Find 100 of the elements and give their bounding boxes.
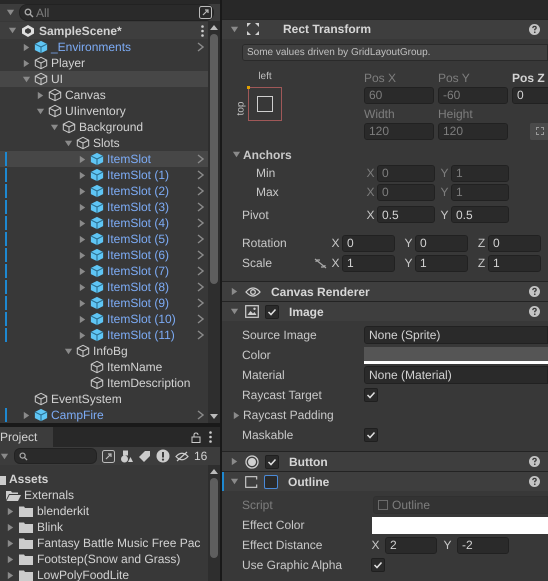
value-field[interactable]: 1 [488,254,541,272]
hierarchy-item[interactable]: Canvas [0,87,208,103]
value-field[interactable]: 0 [415,234,468,252]
value-field[interactable]: 1 [415,254,468,272]
value-field[interactable]: 0 [488,234,541,252]
hierarchy-item[interactable]: EventSystem [0,391,208,407]
expand-arrow-icon[interactable] [22,58,31,68]
hierarchy-item[interactable]: ItemSlot (4) [0,215,208,231]
folder-name[interactable]: Fantasy Battle Music Free Pac [37,534,200,552]
scrollbar[interactable] [208,21,220,423]
expand-arrow-icon[interactable] [64,138,73,148]
tag-icon[interactable] [138,450,151,462]
expand-arrow-icon[interactable] [78,170,87,180]
search-field[interactable] [14,448,97,464]
expand-arrow-icon[interactable] [64,346,73,356]
hierarchy-item[interactable]: InfoBg [0,343,208,359]
foldout-arrow-icon[interactable] [232,410,241,420]
checkbox[interactable] [364,388,378,402]
checkbox[interactable] [371,558,385,572]
expand-arrow-icon[interactable] [78,298,87,308]
object-field[interactable]: None (Sprite) [364,326,548,344]
value-field[interactable]: 0.5 [451,206,509,224]
scrollbar[interactable] [208,465,220,581]
expand-arrow-icon[interactable] [78,266,87,276]
hierarchy-item[interactable]: ItemSlot (8) [0,279,208,295]
lock-icon[interactable] [191,432,201,442]
component-header[interactable]: Outline [222,471,548,492]
hierarchy-item[interactable]: Slots [0,135,208,151]
hierarchy-item[interactable]: ItemDescription [0,375,208,391]
expand-arrow-icon[interactable] [22,410,31,420]
expand-arrow-icon[interactable] [22,74,31,84]
chevron-right-icon[interactable] [197,410,204,420]
expand-arrow-icon[interactable] [78,154,87,164]
component-header[interactable]: Image [222,301,548,322]
expand-arrow-icon[interactable] [36,106,45,116]
dropdown-arrow-icon[interactable] [6,8,15,17]
object-field[interactable]: None (Material) [364,366,548,384]
hierarchy-item[interactable]: ItemSlot (5) [0,231,208,247]
search-field[interactable]: All [19,4,214,21]
hierarchy-item[interactable]: ItemSlot (10) [0,311,208,327]
foldout-label[interactable]: Raycast Padding [243,406,334,424]
folder-name[interactable]: Blink [37,518,64,536]
expand-arrow-icon[interactable] [78,186,87,196]
hierarchy-item[interactable]: ItemSlot (1) [0,167,208,183]
anchor-preset-button[interactable] [248,86,282,121]
component-header[interactable]: Canvas Renderer [222,281,548,302]
checkbox[interactable] [364,428,378,442]
hierarchy-item[interactable]: ItemSlot (2) [0,183,208,199]
value-field[interactable]: 0 [512,86,548,104]
hierarchy-item[interactable]: ItemSlot (6) [0,247,208,263]
component-header[interactable]: Button [222,451,548,472]
hierarchy-item[interactable]: UIinventory [0,103,208,119]
help-icon[interactable] [529,286,540,298]
value-field[interactable]: 2 [385,536,437,554]
expand-arrow-icon[interactable] [78,218,87,228]
expand-arrow-icon[interactable] [8,26,17,35]
help-icon[interactable] [529,476,540,488]
expand-arrow-icon[interactable] [78,202,87,212]
more-icon[interactable] [201,24,204,36]
chevron-right-icon[interactable] [197,42,204,52]
help-icon[interactable] [529,306,540,318]
value-field[interactable]: 1 [342,254,395,272]
checkbox[interactable] [265,304,279,319]
dropdown-arrow-icon[interactable] [0,452,9,460]
foldout-label[interactable]: Anchors [243,146,292,164]
raw-edit-button[interactable] [530,122,548,140]
expand-arrow-icon[interactable] [36,90,45,100]
component-header[interactable]: Rect Transform [222,19,548,39]
foldout-arrow-icon[interactable] [232,150,241,160]
hierarchy-item[interactable]: ItemName [0,359,208,375]
hierarchy-item[interactable]: _Environments [0,39,208,55]
hidden-eye-icon[interactable] [175,450,189,462]
unlinked-icon[interactable] [314,258,327,269]
expand-arrow-icon[interactable] [78,234,87,244]
expand-arrow-icon[interactable] [78,314,87,324]
checkbox[interactable] [264,474,278,489]
color-swatch[interactable] [372,516,548,534]
hierarchy-item[interactable]: ItemSlot (9) [0,295,208,311]
more-icon[interactable] [209,431,212,443]
hierarchy-item[interactable]: UI [0,71,208,87]
value-field[interactable]: -2 [457,536,509,554]
value-field[interactable]: 0 [342,234,395,252]
foldout-arrow-icon[interactable] [230,24,239,34]
expand-arrow-icon[interactable] [78,282,87,292]
expand-icon[interactable] [199,6,212,19]
expand-arrow-icon[interactable] [50,122,59,132]
help-icon[interactable] [529,24,540,35]
help-icon[interactable] [529,456,540,468]
foldout-arrow-icon[interactable] [230,287,239,296]
expand-arrow-icon[interactable] [22,42,31,52]
color-swatch[interactable] [364,346,548,364]
folder-name[interactable]: blenderkit [37,502,90,520]
hierarchy-item[interactable]: ItemSlot (3) [0,199,208,215]
project-tab[interactable]: Project [0,427,53,447]
expand-arrow-icon[interactable] [78,250,87,260]
hierarchy-item[interactable]: Player [0,55,208,71]
hierarchy-item[interactable]: CampFire [0,407,208,423]
foldout-arrow-icon[interactable] [230,477,239,486]
expand-arrow-icon[interactable] [78,330,87,340]
folder-name[interactable]: Footstep(Snow and Grass) [37,550,180,568]
